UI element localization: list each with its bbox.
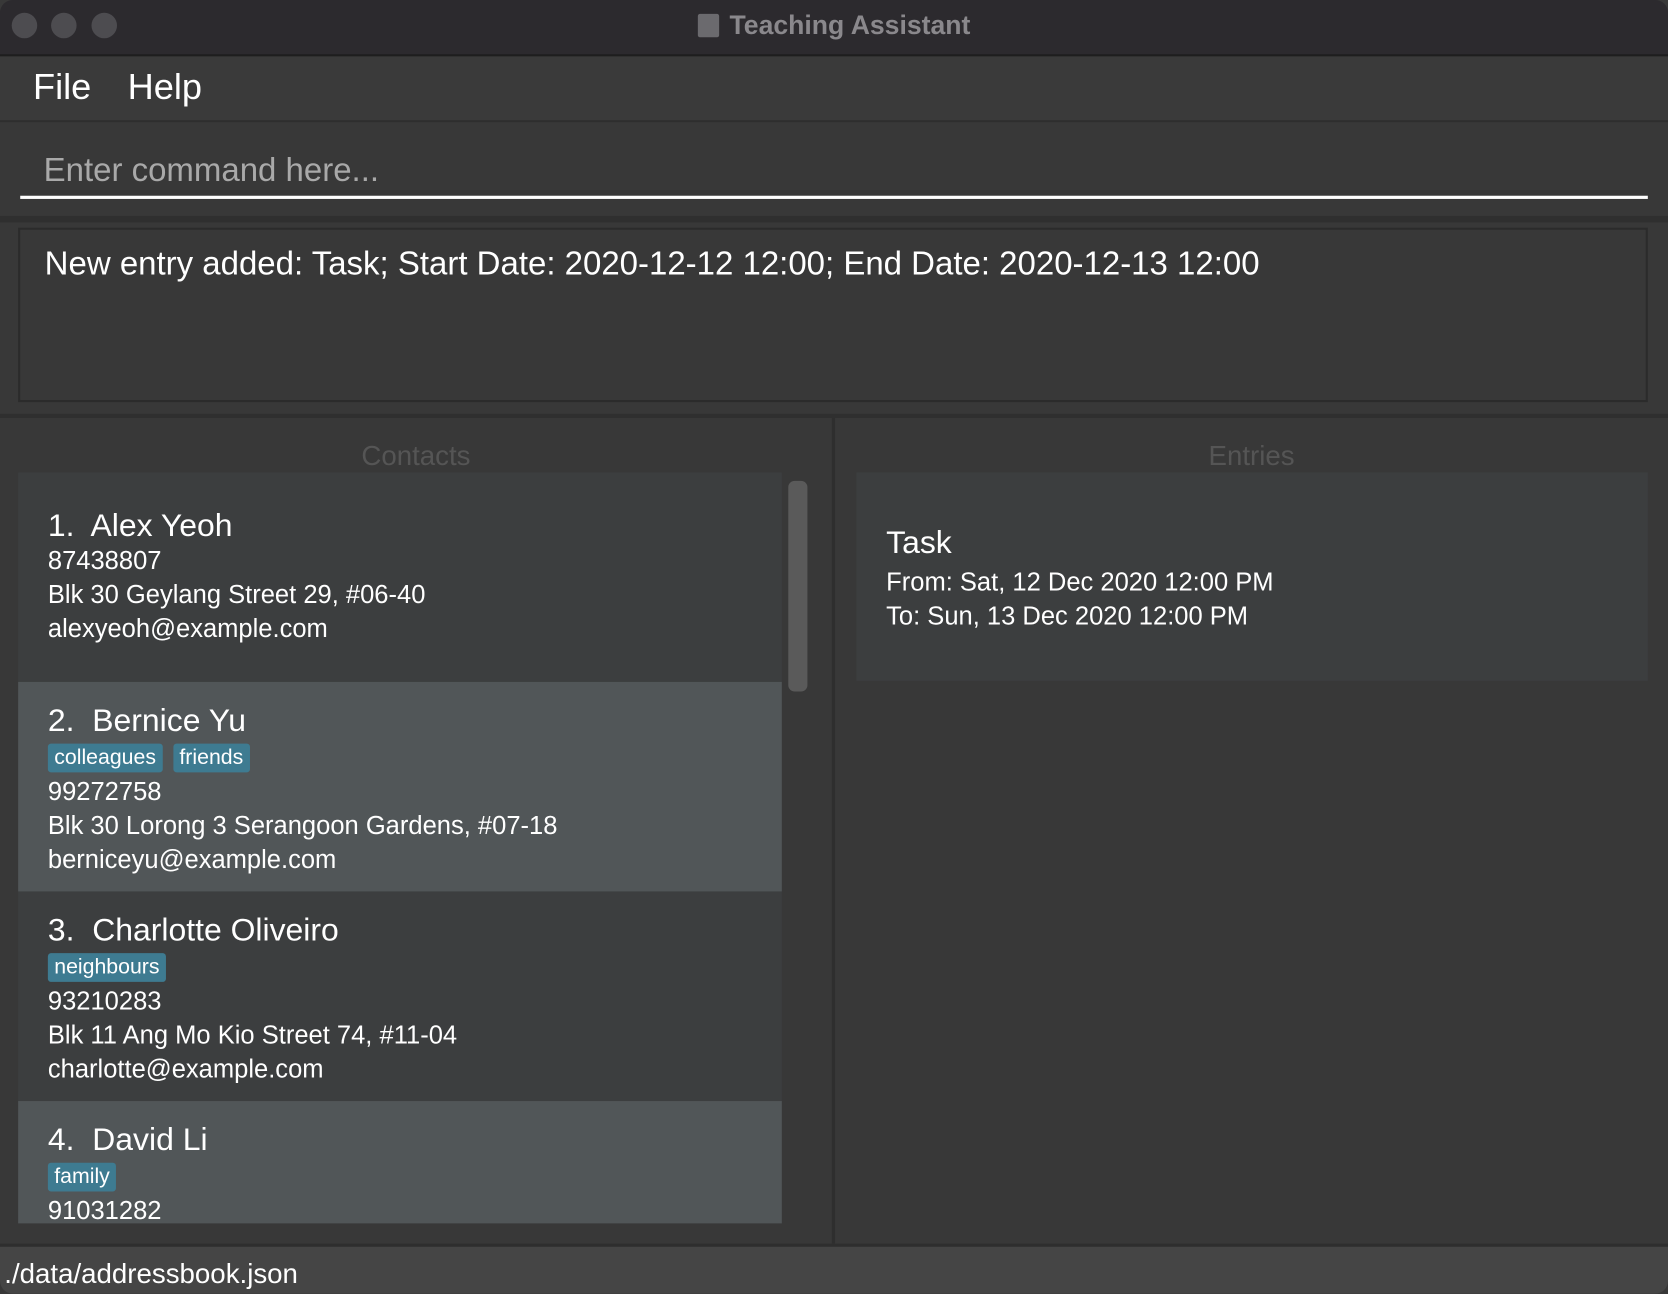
result-text: New entry added: Task; Start Date: 2020-… — [44, 244, 1260, 282]
contacts-title: Contacts — [361, 439, 471, 472]
menu-file[interactable]: File — [33, 67, 91, 108]
contact-name: 2. Bernice Yu — [47, 703, 247, 739]
contact-address: Blk 30 Lorong 3 Serangoon Gardens, #07-1… — [47, 811, 558, 841]
result-display: New entry added: Task; Start Date: 2020-… — [18, 227, 1648, 403]
contact-phone: 93210283 — [47, 987, 162, 1016]
tag: neighbours — [47, 953, 166, 982]
app-window: Teaching Assistant File Help New entry a… — [0, 0, 1668, 1294]
entry-from: From: Sat, 12 Dec 2020 12:00 PM — [886, 568, 1274, 597]
contact-card[interactable]: 2. Bernice Yu colleagues friends 99272758… — [18, 681, 782, 892]
entry-title: Task — [886, 525, 952, 561]
tag: friends — [173, 743, 250, 773]
entry-card[interactable]: Task From: Sat, 12 Dec 2020 12:00 PM To:… — [856, 472, 1648, 681]
status-bar: ./data/addressbook.json — [0, 1243, 1668, 1294]
contact-name: 4. David Li — [47, 1122, 208, 1158]
contact-tags: family — [47, 1162, 752, 1195]
window-title-text: Teaching Assistant — [729, 10, 971, 41]
menu-help[interactable]: Help — [128, 67, 202, 108]
contact-name: 3. Charlotte Oliveiro — [47, 912, 339, 948]
app-icon — [697, 13, 719, 38]
contact-card[interactable]: 4. David Li family 91031282 — [18, 1101, 782, 1224]
entry-to: To: Sun, 13 Dec 2020 12:00 PM — [886, 602, 1249, 631]
contact-card[interactable]: 3. Charlotte Oliveiro neighbours 9321028… — [18, 891, 782, 1102]
contact-phone: 87438807 — [47, 546, 162, 576]
contact-email: berniceyu@example.com — [47, 845, 337, 875]
title-bar: Teaching Assistant — [0, 0, 1668, 57]
contact-address: Blk 11 Ang Mo Kio Street 74, #11-04 — [47, 1021, 458, 1050]
contact-name: 1. Alex Yeoh — [47, 508, 233, 544]
contact-phone: 91031282 — [47, 1196, 162, 1224]
entries-title: Entries — [1208, 439, 1295, 472]
contact-tags: neighbours — [47, 953, 752, 985]
contact-tags: colleagues friends — [47, 743, 752, 776]
contact-address: Blk 30 Geylang Street 29, #06-40 — [47, 580, 426, 610]
contact-list[interactable]: 1. Alex Yeoh 87438807 Blk 30 Geylang Str… — [18, 472, 782, 1224]
save-location: ./data/addressbook.json — [4, 1257, 298, 1290]
command-input[interactable] — [20, 143, 1648, 199]
contact-email: alexyeoh@example.com — [47, 614, 328, 644]
window-title: Teaching Assistant — [0, 11, 1668, 42]
contact-phone: 99272758 — [47, 777, 162, 807]
tag: family — [47, 1162, 117, 1192]
tag: colleagues — [47, 743, 163, 773]
contact-email: charlotte@example.com — [47, 1055, 324, 1085]
contact-card[interactable]: 1. Alex Yeoh 87438807 Blk 30 Geylang Str… — [18, 472, 782, 682]
contact-list-scrollbar[interactable] — [788, 480, 808, 692]
menu-bar: File Help — [0, 56, 1668, 123]
command-box — [0, 122, 1668, 223]
